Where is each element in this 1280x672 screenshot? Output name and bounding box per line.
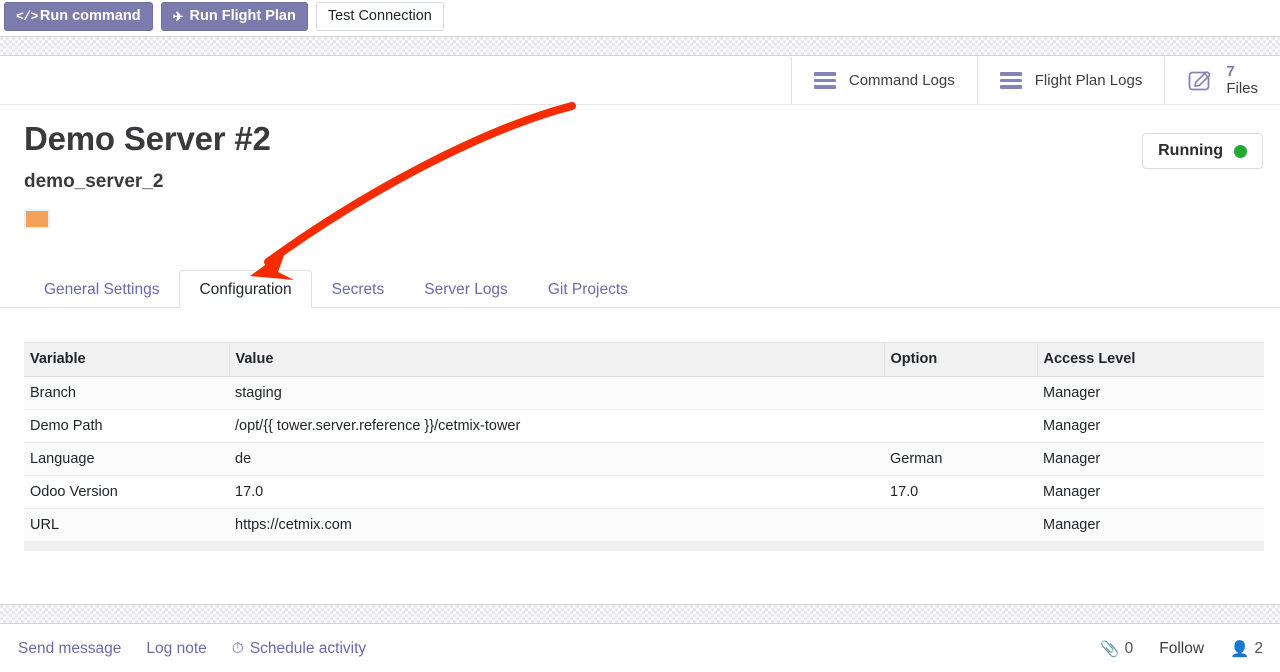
log-note-label: Log note <box>146 640 207 657</box>
files-label: Files <box>1226 79 1258 97</box>
follow-label: Follow <box>1159 640 1205 657</box>
list-lines-icon <box>813 72 836 89</box>
table-row[interactable]: Language de German Manager <box>24 442 1264 476</box>
chatter-bar: Send message Log note ⏱ Schedule activit… <box>0 626 1280 672</box>
followers-counter[interactable]: 👤 2 <box>1230 640 1263 659</box>
stat-button-flight-plan-logs[interactable]: Flight Plan Logs <box>976 57 1165 104</box>
send-message-label: Send message <box>18 640 122 657</box>
table-row[interactable]: Branch staging Manager <box>24 376 1264 410</box>
send-message-button[interactable]: Send message <box>18 640 121 658</box>
cell-option <box>884 409 1037 443</box>
cell-value: de <box>229 442 884 476</box>
files-count: 7 <box>1226 63 1235 81</box>
tab-general-settings[interactable]: General Settings <box>24 270 179 308</box>
paperclip-icon: 📎 <box>1100 640 1120 658</box>
cell-value: https://cetmix.com <box>229 508 884 542</box>
cell-option <box>884 376 1037 410</box>
files-count-block: 7 Files <box>1226 63 1258 97</box>
cell-value: 17.0 <box>229 475 884 509</box>
action-toolbar: </> Run command ✈ Run Flight Plan Test C… <box>0 0 1280 36</box>
chatter-meta: 📎 0 Follow 👤 2 <box>1100 640 1263 659</box>
cell-variable: Odoo Version <box>24 475 229 509</box>
table-footer-cell <box>24 541 1264 551</box>
user-icon: 👤 <box>1230 640 1250 658</box>
tab-secrets[interactable]: Secrets <box>312 270 405 308</box>
tab-configuration-label: Configuration <box>199 280 292 298</box>
table-row[interactable]: URL https://cetmix.com Manager <box>24 508 1264 542</box>
status-badge[interactable]: Running <box>1142 133 1263 169</box>
column-header-value[interactable]: Value <box>228 342 884 377</box>
table-body: Branch staging Manager Demo Path /opt/{{… <box>24 376 1264 542</box>
color-swatch[interactable] <box>24 209 50 229</box>
run-command-button[interactable]: </> Run command <box>4 2 153 31</box>
schedule-activity-button[interactable]: ⏱ Schedule activity <box>232 640 366 658</box>
stat-button-flight-plan-logs-label: Flight Plan Logs <box>1034 72 1143 89</box>
bottom-separator-band <box>0 604 1280 624</box>
cell-variable: Demo Path <box>24 409 229 443</box>
table-header: Variable Value Option Access Level <box>24 342 1264 377</box>
cell-option <box>884 508 1037 542</box>
stat-buttons-bar: Command Logs Flight Plan Logs 7 Files <box>0 57 1280 105</box>
table-row[interactable]: Demo Path /opt/{{ tower.server.reference… <box>24 409 1264 443</box>
table-row[interactable]: Odoo Version 17.0 17.0 Manager <box>24 475 1264 509</box>
cell-access: Manager <box>1037 442 1264 476</box>
tab-general-settings-label: General Settings <box>44 280 160 298</box>
log-note-button[interactable]: Log note <box>146 640 206 658</box>
column-header-option[interactable]: Option <box>883 342 1037 377</box>
cell-access: Manager <box>1037 409 1264 443</box>
page-title: Demo Server #2 <box>24 120 271 157</box>
column-header-access-level[interactable]: Access Level <box>1036 342 1264 377</box>
configuration-table-container: Variable Value Option Access Level Branc… <box>24 342 1264 551</box>
table-footer-row <box>24 541 1264 551</box>
attachment-count: 0 <box>1124 640 1134 657</box>
test-connection-button[interactable]: Test Connection <box>315 2 444 31</box>
tab-server-logs[interactable]: Server Logs <box>404 270 528 308</box>
status-dot-icon <box>1234 144 1247 158</box>
clock-icon: ⏱ <box>231 640 244 657</box>
stat-button-files[interactable]: 7 Files <box>1164 57 1280 104</box>
cell-value: staging <box>229 376 884 410</box>
table-footer <box>24 541 1264 551</box>
stat-button-command-logs[interactable]: Command Logs <box>790 57 977 104</box>
cell-option: German <box>884 442 1037 476</box>
configuration-table: Variable Value Option Access Level Branc… <box>24 342 1264 551</box>
record-reference: demo_server_2 <box>24 171 164 192</box>
run-flight-plan-label: Run Flight Plan <box>189 8 296 25</box>
top-separator-band <box>0 36 1280 56</box>
chatter-actions: Send message Log note ⏱ Schedule activit… <box>18 640 366 658</box>
attachments-counter[interactable]: 📎 0 <box>1100 640 1133 659</box>
cell-access: Manager <box>1037 475 1264 509</box>
cell-variable: Branch <box>24 376 229 410</box>
run-flight-plan-button[interactable]: ✈ Run Flight Plan <box>160 2 308 31</box>
edit-square-icon <box>1187 68 1213 94</box>
status-badge-label: Running <box>1158 142 1223 159</box>
list-lines-icon <box>999 72 1022 89</box>
test-connection-label: Test Connection <box>327 8 432 25</box>
schedule-activity-label: Schedule activity <box>249 640 367 657</box>
tab-configuration[interactable]: Configuration <box>179 270 312 308</box>
stat-button-command-logs-label: Command Logs <box>848 72 955 89</box>
tab-server-logs-label: Server Logs <box>424 280 508 298</box>
notebook-tabs: General Settings Configuration Secrets S… <box>0 270 1280 308</box>
column-header-variable[interactable]: Variable <box>24 342 229 377</box>
cell-variable: URL <box>24 508 229 542</box>
cell-variable: Language <box>24 442 229 476</box>
run-command-label: Run command <box>39 8 141 25</box>
follower-count: 2 <box>1254 640 1263 657</box>
tab-secrets-label: Secrets <box>331 280 385 298</box>
record-header: Demo Server #2 demo_server_2 Running <box>0 120 1280 229</box>
tab-git-projects[interactable]: Git Projects <box>528 270 648 308</box>
airplane-icon: ✈ <box>172 9 184 24</box>
table-header-row: Variable Value Option Access Level <box>24 342 1264 377</box>
cell-option: 17.0 <box>884 475 1037 509</box>
cell-value: /opt/{{ tower.server.reference }}/cetmix… <box>229 409 884 443</box>
cell-access: Manager <box>1037 376 1264 410</box>
cell-access: Manager <box>1037 508 1264 542</box>
code-icon: </> <box>16 9 38 24</box>
tab-git-projects-label: Git Projects <box>547 280 628 298</box>
follow-button[interactable]: Follow <box>1159 640 1204 658</box>
